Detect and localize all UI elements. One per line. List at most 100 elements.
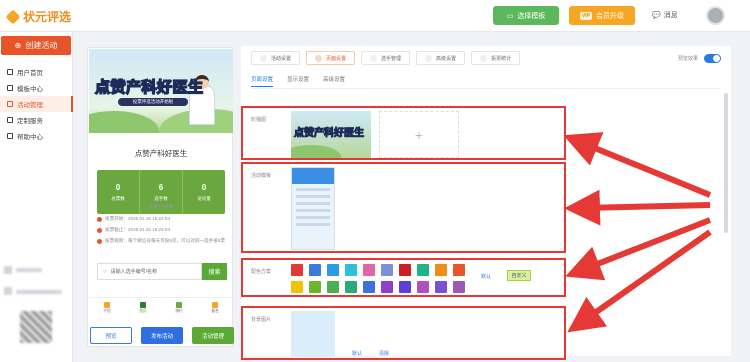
step-advanced-settings[interactable]: 高级设置 xyxy=(416,51,466,65)
step-activity-settings[interactable]: 活动设置 xyxy=(251,51,301,65)
settings-steps: 活动设置 页面设置 选手管理 高级设置 投票统计 xyxy=(251,51,521,65)
signup-icon xyxy=(212,301,218,308)
carousel-image[interactable]: 点赞产科好医生 xyxy=(291,111,371,158)
color-swatch[interactable] xyxy=(345,281,357,293)
blurred-item xyxy=(4,287,12,295)
color-swatch[interactable] xyxy=(435,281,447,293)
preview-effect-toggle[interactable]: 预览效果 xyxy=(678,54,721,63)
sidebar-item-home[interactable]: 用户首页 xyxy=(0,64,73,80)
vote-info: 投票开始：2025.01.16 15:24:54 投票截止：2025.01.22… xyxy=(97,216,227,249)
qr-code-image xyxy=(20,311,52,343)
sidebar-item-templates[interactable]: 模板中心 xyxy=(0,80,73,96)
preview-button[interactable]: 预览 xyxy=(90,327,132,344)
service-icon xyxy=(7,117,13,123)
vip-upgrade-button[interactable]: VIP 会员升级 xyxy=(569,6,635,25)
blurred-item xyxy=(4,266,12,274)
sidebar-item-help[interactable]: 帮助中心 xyxy=(0,128,73,144)
step-label: 活动设置 xyxy=(271,55,292,62)
carousel-label: 轮播图 xyxy=(251,117,267,123)
stat-value: 0 xyxy=(115,182,121,192)
step-contestant-manage[interactable]: 选手管理 xyxy=(361,51,411,65)
color-swatch[interactable] xyxy=(345,264,357,276)
info-row: 投票截止：2025.01.22 15:24:54 xyxy=(97,227,227,233)
sidebar-item-custom-service[interactable]: 定制服务 xyxy=(0,112,73,128)
ranking-icon xyxy=(176,301,182,308)
intro-icon xyxy=(104,301,110,308)
tab-ranking[interactable]: 排行 xyxy=(161,298,197,317)
tab-label: 报名 xyxy=(211,308,219,313)
color-swatch[interactable] xyxy=(381,264,393,276)
template-thumb-row xyxy=(296,202,330,205)
color-swatch[interactable] xyxy=(453,281,465,293)
background-default-link[interactable]: 默认 xyxy=(352,350,362,357)
search-button[interactable]: 搜索 xyxy=(202,263,227,280)
banner-hill xyxy=(89,111,159,133)
step-vote-stats[interactable]: 投票统计 xyxy=(471,51,521,65)
tab-intro[interactable]: 介绍 xyxy=(89,298,125,317)
color-swatch[interactable] xyxy=(417,281,429,293)
color-swatch[interactable] xyxy=(327,281,339,293)
manage-button[interactable]: 活动管理 xyxy=(192,327,234,344)
select-template-button[interactable]: ▭ 选择模板 xyxy=(493,6,559,25)
banner-image: 点赞产科好医生 投票评选活动开始啦 xyxy=(89,49,233,133)
sub-tabs: 页面设置 显示设置 高级设置 xyxy=(251,75,345,87)
subtab-advanced-settings[interactable]: 高级设置 xyxy=(323,75,345,87)
stat-label: 选手数 xyxy=(154,195,168,201)
color-swatch[interactable] xyxy=(399,281,411,293)
stat-label: 总票数 xyxy=(111,195,125,201)
step-page-settings[interactable]: 页面设置 xyxy=(306,51,356,65)
color-swatch[interactable] xyxy=(417,264,429,276)
contestant-search-input[interactable]: ○ 请输入选手编号/名称 xyxy=(97,263,202,280)
subtab-display-settings[interactable]: 显示设置 xyxy=(287,75,309,87)
panel-scrollbar[interactable] xyxy=(724,93,728,233)
template-label: 活动模板 xyxy=(251,173,272,179)
color-swatch[interactable] xyxy=(435,264,447,276)
color-swatch[interactable] xyxy=(381,281,393,293)
color-swatch[interactable] xyxy=(327,264,339,276)
background-image-section: 背景图片 默认 清除 xyxy=(241,306,566,360)
subtab-page-settings[interactable]: 页面设置 xyxy=(251,75,274,87)
color-custom-button[interactable]: 自定义 xyxy=(507,270,531,281)
preview-actions: 预览 发布活动 活动管理 xyxy=(90,327,236,344)
stat-value: 0 xyxy=(201,182,207,192)
activity-title: 点赞产科好医生 xyxy=(134,149,188,158)
sidebar-item-label: 模板中心 xyxy=(17,86,43,93)
color-swatch[interactable] xyxy=(453,264,465,276)
plus-icon: ⊕ xyxy=(14,41,22,50)
preview-switch[interactable] xyxy=(704,54,721,63)
sidebar-nav: 用户首页 模板中心 活动管理 定制服务 帮助中心 xyxy=(0,64,73,144)
settings-icon xyxy=(260,54,267,62)
step-label: 页面设置 xyxy=(326,55,347,62)
users-icon xyxy=(370,54,378,62)
tab-home[interactable]: 首页 xyxy=(125,298,161,317)
activity-status: 活动已结束 xyxy=(148,204,174,210)
color-swatch[interactable] xyxy=(291,281,303,293)
sidebar-item-activity-manage[interactable]: 活动管理 xyxy=(0,96,73,112)
color-default-link[interactable]: 默认 xyxy=(481,273,491,280)
background-thumbnail[interactable] xyxy=(291,311,335,357)
add-carousel-image-button[interactable]: + xyxy=(379,111,459,158)
carousel-image-title: 点赞产科好医生 xyxy=(294,128,365,140)
template-thumb-row xyxy=(296,223,330,226)
color-swatch[interactable] xyxy=(363,264,375,276)
user-avatar[interactable] xyxy=(706,6,725,25)
color-swatch[interactable] xyxy=(309,281,321,293)
color-swatch[interactable] xyxy=(363,281,375,293)
app-logo[interactable]: 状元评选 xyxy=(5,8,71,25)
chart-icon xyxy=(480,54,488,62)
messages-link[interactable]: 💬 消息 xyxy=(652,10,678,20)
template-thumbnail[interactable] xyxy=(291,167,335,250)
tab-signup[interactable]: 报名 xyxy=(197,298,233,317)
publish-button[interactable]: 发布活动 xyxy=(141,327,183,344)
logo-icon xyxy=(5,9,21,24)
template-thumb-row xyxy=(296,195,330,198)
color-swatch[interactable] xyxy=(399,264,411,276)
carousel-hill xyxy=(291,145,341,158)
create-activity-button[interactable]: ⊕ 创建活动 xyxy=(1,36,71,55)
template-section: 活动模板 xyxy=(241,162,566,253)
color-swatch[interactable] xyxy=(291,264,303,276)
gear-icon xyxy=(425,54,433,62)
carousel-section: 轮播图 点赞产科好医生 + xyxy=(241,106,566,160)
background-clear-link[interactable]: 清除 xyxy=(379,350,389,357)
color-swatch[interactable] xyxy=(309,264,321,276)
